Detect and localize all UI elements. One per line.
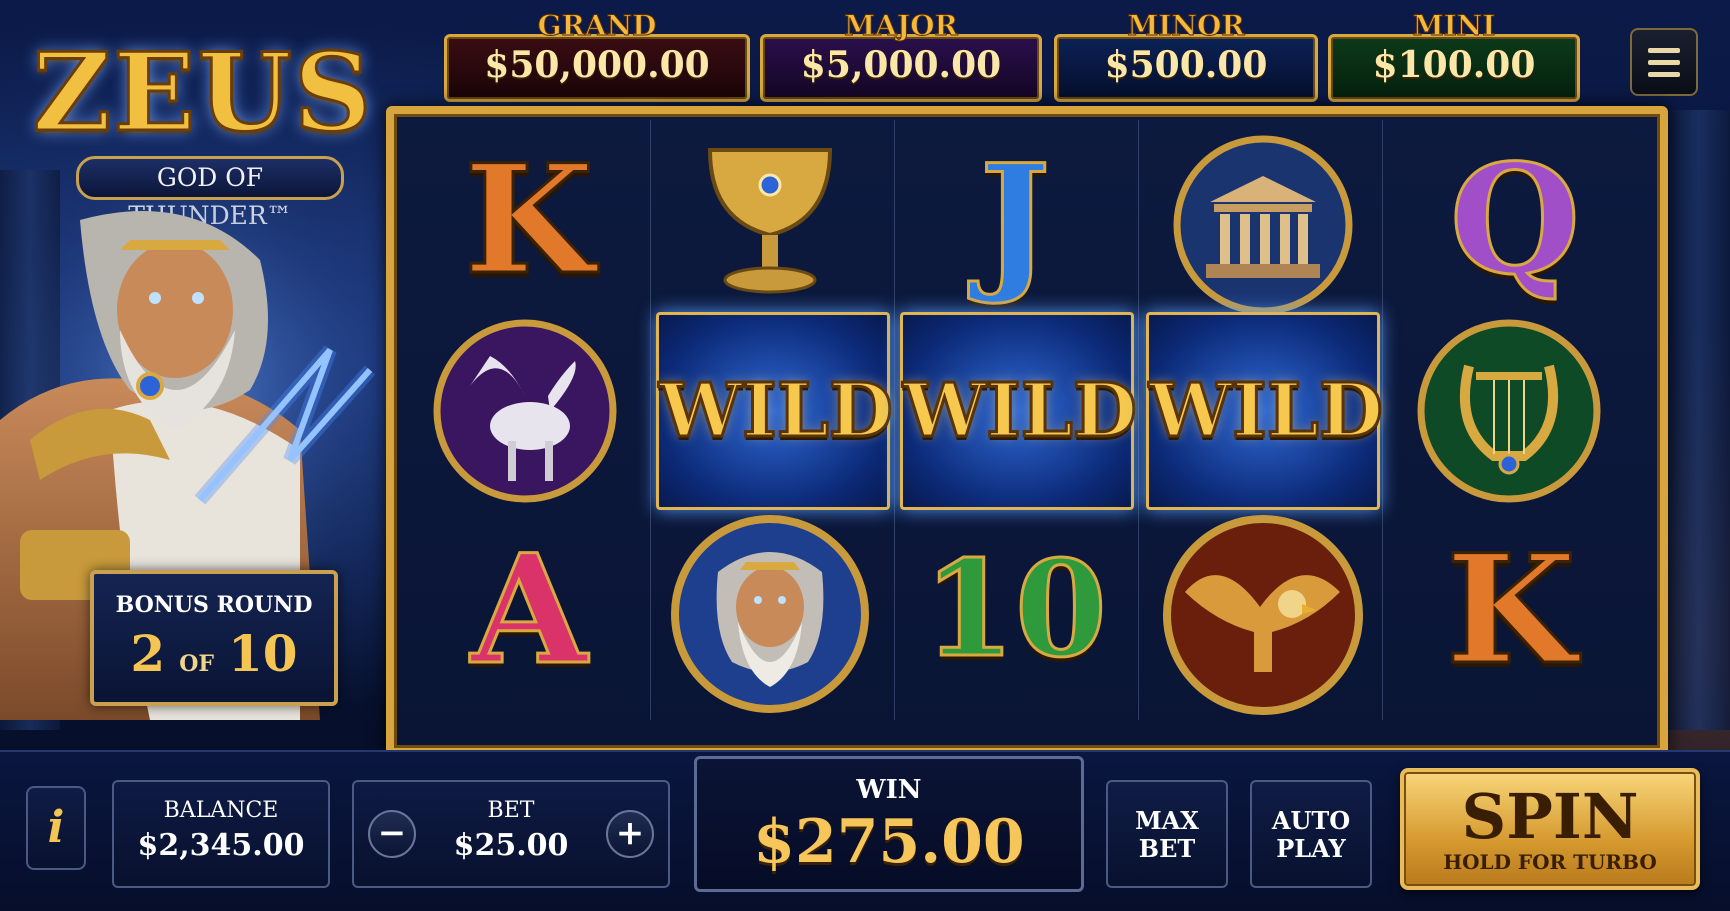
spin-label: SPIN xyxy=(1461,780,1639,853)
jackpot-name: MINOR xyxy=(1127,9,1245,43)
max-bet-button[interactable]: MAX BET xyxy=(1106,780,1228,888)
menu-line xyxy=(1648,48,1680,53)
goblet-icon xyxy=(707,148,833,294)
jackpot-mini: MINI $100.00 xyxy=(1328,9,1580,102)
bonus-round-panel: BONUS ROUND 2 OF 10 xyxy=(90,570,338,706)
bonus-of: OF xyxy=(179,651,214,677)
bet-increase-button[interactable]: + xyxy=(606,810,654,858)
menu-line xyxy=(1648,60,1680,65)
balance-value: $2,345.00 xyxy=(137,828,305,863)
symbol-letter: K xyxy=(1444,521,1577,700)
bonus-total: 10 xyxy=(228,624,298,683)
balance-label: BALANCE xyxy=(163,798,279,823)
right-pillar xyxy=(1668,110,1730,730)
reel-symbol-a: A xyxy=(414,510,644,710)
eagle-icon xyxy=(1163,515,1363,715)
bonus-round-label: BONUS ROUND xyxy=(115,592,313,618)
spin-button[interactable]: SPIN HOLD FOR TURBO xyxy=(1400,768,1700,890)
reel-symbol-k: K xyxy=(414,120,644,320)
symbol-letter: 10 xyxy=(922,531,1109,689)
reel-divider xyxy=(894,120,895,720)
symbol-letter: A xyxy=(469,521,588,700)
auto-play-button[interactable]: AUTO PLAY xyxy=(1250,780,1372,888)
jackpot-name: MAJOR xyxy=(844,9,959,43)
bet-panel: − BET $25.00 + xyxy=(352,780,670,888)
symbol-letter: K xyxy=(462,131,595,310)
logo-title: ZEUS xyxy=(31,30,374,156)
jackpot-major: MAJOR $5,000.00 xyxy=(760,9,1042,102)
jackpot-amount: $100.00 xyxy=(1372,44,1536,86)
win-panel: WIN $275.00 xyxy=(694,756,1084,892)
max-bet-label-2: BET xyxy=(1138,834,1196,863)
jackpot-amount: $5,000.00 xyxy=(800,44,1002,86)
symbol-letter: J xyxy=(978,131,1052,310)
win-value: $275.00 xyxy=(753,807,1025,877)
pegasus-icon xyxy=(433,319,617,503)
jackpot-minor: MINOR $500.00 xyxy=(1054,9,1318,102)
symbol-letter: Q xyxy=(1448,131,1582,310)
max-bet-label-1: MAX xyxy=(1135,806,1199,835)
balance-panel: BALANCE $2,345.00 xyxy=(112,780,330,888)
hamburger-menu-icon[interactable] xyxy=(1630,28,1698,96)
logo-subtitle: GOD OF THUNDER™ xyxy=(76,156,344,230)
jackpot-amount: $500.00 xyxy=(1104,44,1268,86)
bonus-round-counter: 2 OF 10 xyxy=(94,624,334,683)
auto-play-label-2: PLAY xyxy=(1276,834,1346,863)
reel-divider xyxy=(650,120,651,720)
lyre-icon xyxy=(1417,319,1601,503)
wild-symbol: WILD xyxy=(900,312,1139,510)
info-button[interactable]: i xyxy=(26,786,86,870)
zeus-portrait-icon xyxy=(671,515,869,713)
jackpot-grand: GRAND $50,000.00 xyxy=(444,9,750,102)
spin-sublabel: HOLD FOR TURBO xyxy=(1443,850,1657,874)
game-logo: ZEUS GOD OF THUNDER™ xyxy=(28,30,378,231)
wild-text: WILD xyxy=(1148,367,1385,456)
wild-symbol: WILD xyxy=(1146,312,1385,510)
menu-line xyxy=(1648,72,1680,77)
jackpot-name: GRAND xyxy=(537,9,657,43)
reel-symbol-q: Q xyxy=(1400,120,1630,320)
wild-text: WILD xyxy=(902,367,1139,456)
reel-divider xyxy=(1138,120,1139,720)
wild-symbol: WILD xyxy=(656,312,895,510)
temple-icon xyxy=(1173,135,1353,315)
reel-symbol-k: K xyxy=(1396,510,1626,710)
jackpot-amount: $50,000.00 xyxy=(484,44,710,86)
reel-symbol-10: 10 xyxy=(900,510,1130,710)
bonus-current: 2 xyxy=(130,624,166,683)
win-label: WIN xyxy=(856,775,922,805)
wild-text: WILD xyxy=(658,367,895,456)
jackpot-name: MINI xyxy=(1412,9,1496,43)
reel-symbol-j: J xyxy=(900,120,1130,320)
auto-play-label-1: AUTO xyxy=(1271,806,1351,835)
